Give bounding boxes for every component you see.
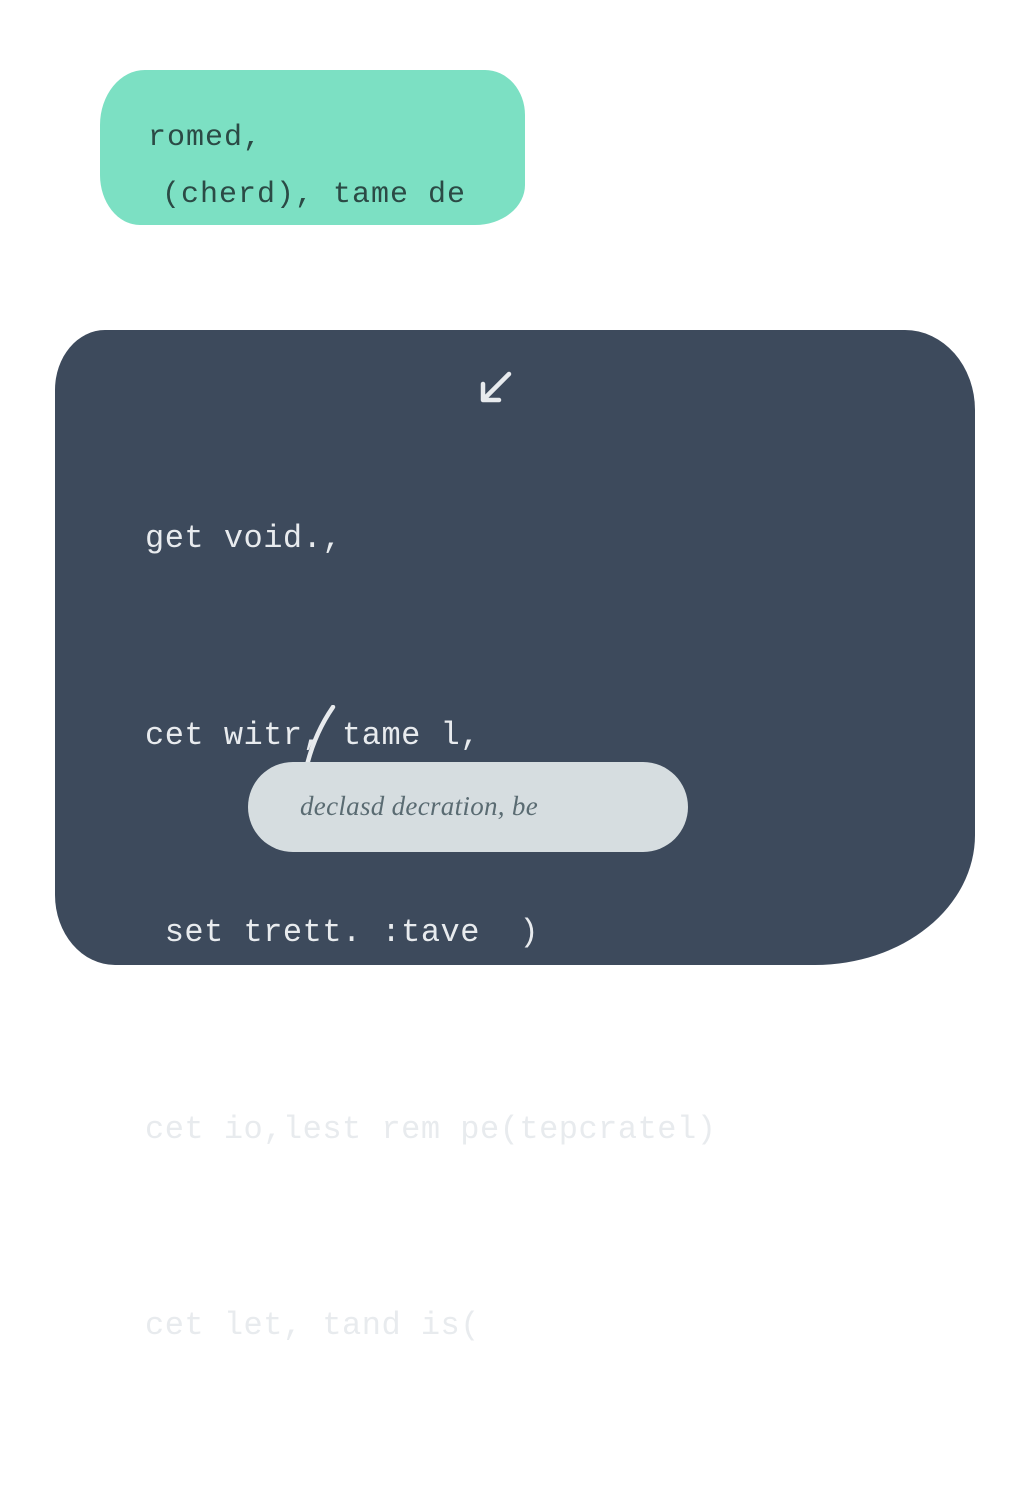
- dark-code-block: get void., cet witr, tame l, set trett. …: [55, 330, 975, 965]
- mint-line-1: romed,: [148, 110, 477, 167]
- mint-line-2: (cherd), tame de: [148, 167, 477, 224]
- code-line-5: cet let, tand is(: [145, 1293, 716, 1359]
- code-line-4: cet io,lest rem pe(tepcratel): [145, 1097, 716, 1163]
- tooltip-text: declasd decration, be: [300, 779, 538, 834]
- code-line-2: cet witr, tame l,: [145, 703, 716, 769]
- tooltip-bubble: declasd decration, be: [248, 762, 688, 852]
- mint-code-block: romed, (cherd), tame de: [100, 70, 525, 225]
- code-line-1: get void.,: [145, 506, 716, 572]
- code-line-3: set trett. :tave ): [145, 900, 716, 966]
- code-content: get void., cet witr, tame l, set trett. …: [145, 375, 716, 1490]
